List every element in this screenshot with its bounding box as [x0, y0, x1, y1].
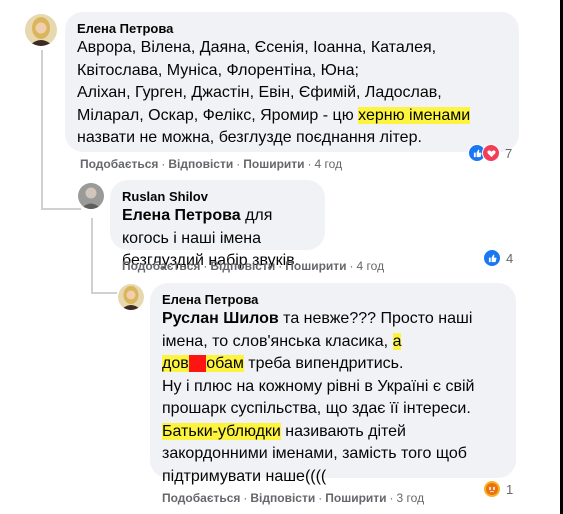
- avatar[interactable]: [78, 183, 104, 209]
- avatar-photo: [118, 284, 144, 310]
- like-link[interactable]: Подобається: [122, 259, 200, 273]
- reply-link[interactable]: Відповісти: [168, 157, 233, 171]
- timestamp[interactable]: 3 год: [397, 491, 425, 505]
- avatar[interactable]: [118, 284, 144, 310]
- thread-line: [41, 50, 43, 210]
- share-link[interactable]: Поширити: [243, 157, 304, 171]
- like-link[interactable]: Подобається: [80, 157, 158, 171]
- mention-link[interactable]: Руслан Шилов: [162, 310, 279, 327]
- thread-line: [91, 292, 117, 294]
- reaction-count: 4: [506, 250, 514, 266]
- thread-line: [41, 208, 81, 210]
- highlighted-text: довбаобам: [162, 355, 244, 372]
- comment-actions: Подобається · Відповісти · Поширити · 4 год: [80, 157, 343, 171]
- like-link[interactable]: Подобається: [162, 491, 240, 505]
- comment-bubble: Елена Петрова Аврора, Вілена, Даяна, Єсе…: [65, 12, 519, 152]
- highlighted-text: Батьки-ублюдки: [162, 422, 281, 440]
- reaction-summary[interactable]: 4: [483, 249, 513, 267]
- timestamp[interactable]: 4 год: [357, 259, 385, 273]
- avatar[interactable]: [25, 14, 57, 46]
- comment-bubble: Ruslan Shilov Елена Петрова для когось і…: [110, 180, 325, 269]
- timestamp[interactable]: 4 год: [315, 157, 343, 171]
- reaction-summary[interactable]: 7: [468, 144, 512, 162]
- comment-author[interactable]: Елена Петрова: [77, 20, 507, 37]
- comment-author[interactable]: Ruslan Shilov: [122, 188, 313, 205]
- comment-actions: Подобається · Відповісти · Поширити · 4 год: [122, 259, 385, 273]
- reply-link[interactable]: Відповісти: [250, 491, 315, 505]
- angry-face-icon: [483, 480, 501, 498]
- share-link[interactable]: Поширити: [285, 259, 346, 273]
- comment-text: Аврора, Вілена, Даяна, Єсенія, Іоанна, К…: [77, 39, 471, 146]
- reply-link[interactable]: Відповісти: [210, 259, 275, 273]
- avatar-photo: [78, 183, 104, 209]
- reaction-count: 1: [506, 481, 514, 497]
- comment-actions: Подобається · Відповісти · Поширити · 3 год: [162, 491, 425, 505]
- comment-bubble: Елена Петрова Руслан Шилов та невже??? П…: [150, 283, 516, 485]
- share-link[interactable]: Поширити: [325, 491, 386, 505]
- thread-line: [91, 218, 93, 293]
- heart-icon: [482, 144, 500, 162]
- reaction-summary[interactable]: 1: [483, 480, 513, 498]
- redaction-mark: ба: [188, 355, 207, 372]
- avatar-photo: [25, 14, 57, 46]
- comment-author[interactable]: Елена Петрова: [162, 291, 504, 308]
- thumbs-up-icon: [483, 249, 501, 267]
- highlighted-text: херню іменами: [358, 106, 471, 124]
- comment-text: Руслан Шилов та невже??? Просто наші іме…: [162, 310, 475, 485]
- reaction-count: 7: [505, 145, 513, 161]
- highlighted-text: а: [392, 332, 402, 350]
- mention-link[interactable]: Елена Петрова: [122, 207, 241, 224]
